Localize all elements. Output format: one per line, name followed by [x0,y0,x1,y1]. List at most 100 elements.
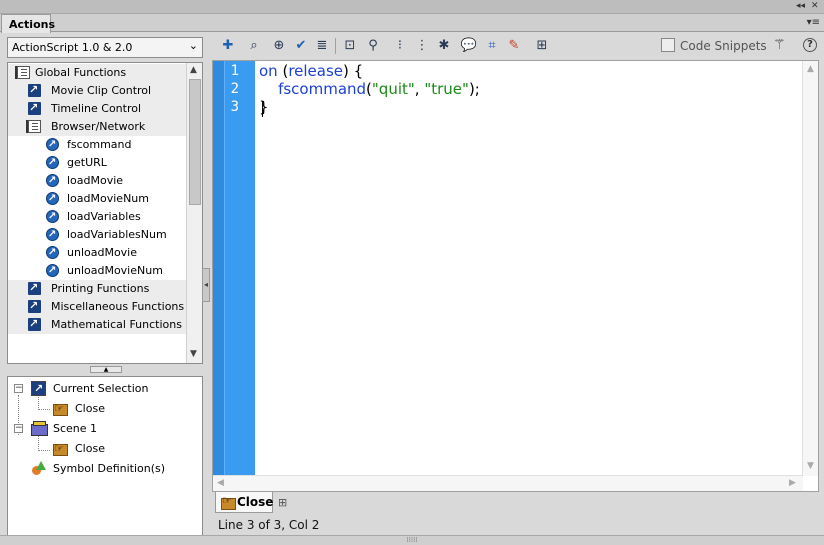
code-line[interactable]: on (release) { [259,62,363,80]
toolbox-item[interactable]: Global Functions [8,64,186,82]
scroll-up-icon[interactable]: ▲ [807,64,814,74]
action-arrow-icon [28,99,41,117]
nav-current-selection-close[interactable]: Close [8,400,198,418]
line-number: 2 [230,81,239,97]
script-tab-label: Close [237,495,274,509]
check-syntax-icon[interactable]: ✔ [292,37,310,55]
code-snippets-button[interactable]: Code Snippets [661,38,767,53]
scene-icon [31,421,48,436]
toolbox-item[interactable]: Mathematical Functions [8,315,186,334]
script-navigator[interactable]: − Current Selection Close − Scene 1 Clos… [7,376,203,545]
toolbox-item[interactable]: loadVariables [8,208,186,226]
collapse-between-braces-icon[interactable]: ⁝ [391,37,409,55]
remove-comment-icon[interactable]: ✎ [505,37,523,55]
function-icon [46,208,59,226]
toolbox-item[interactable]: loadMovie [8,172,186,190]
nav-label: Close [75,402,105,415]
toolbar-separator [335,38,336,54]
toolbox-item-label: Browser/Network [51,120,146,133]
button-symbol-icon [52,400,68,418]
resize-grip[interactable]: ⁞⁞⁞⁞⁞ [0,535,824,545]
show-hide-toolbox-icon[interactable]: ⊞ [533,37,551,55]
toolbox-item[interactable]: loadMovieNum [8,190,186,208]
collapse-icon[interactable]: ◂◂ [796,1,805,12]
nav-symbol-definitions[interactable]: Symbol Definition(s) [8,460,198,478]
cursor-position-status: Line 3 of 3, Col 2 [218,518,320,532]
toolbox-item[interactable]: loadVariablesNum [8,226,186,244]
auto-format-icon[interactable]: ≣ [313,37,331,55]
expand-all-icon[interactable]: ✱ [435,37,453,55]
version-select-value: ActionScript 1.0 & 2.0 [12,41,133,54]
panel-title-bar[interactable]: ◂◂ ✕ [0,0,824,14]
add-new-item-icon[interactable]: ✚ [219,37,237,55]
code-token: fscommand [278,80,367,98]
script-tab-close[interactable]: Close [215,492,273,513]
nav-label: Scene 1 [53,422,98,435]
code-snippets-icon [661,38,675,52]
close-icon[interactable]: ✕ [811,1,819,12]
toolbox-item[interactable]: fscommand [8,136,186,154]
toolbox-item[interactable]: Miscellaneous Functions [8,297,186,316]
script-tabs: Close ⊞ [212,492,824,514]
editor-horizontal-scrollbar[interactable]: ◀ ▶ [213,475,803,491]
toolbox-item[interactable]: Timeline Control [8,99,186,118]
nav-label: Close [75,442,105,455]
script-editor[interactable]: 1 2 3 on (release) { fscommand("quit", "tr… [212,60,819,492]
code-token: , [414,80,425,98]
actionscript-version-select[interactable]: ActionScript 1.0 & 2.0 ⌄ [7,37,203,58]
show-code-hint-icon[interactable]: ⊡ [341,37,359,55]
breakpoint-strip[interactable] [213,61,225,476]
toolbox-item[interactable]: getURL [8,154,186,172]
status-bar: Line 3 of 3, Col 2 [212,514,824,534]
toolbox-item-label: unloadMovieNum [67,264,163,277]
symbol-definition-icon [31,461,46,476]
book-icon [15,66,30,79]
code-line[interactable]: } [259,98,269,116]
line-number: 3 [230,99,239,115]
toolbox-splitter[interactable]: ▲ [90,366,122,373]
scroll-up-icon[interactable]: ▲ [190,65,197,75]
toolbox-item[interactable]: Movie Clip Control [8,81,186,100]
toolbox-item[interactable]: unloadMovieNum [8,262,186,280]
panel-menu-icon[interactable]: ▾≡ [807,17,820,28]
pin-script-icon[interactable]: ⊞ [278,496,287,509]
action-arrow-icon [28,297,41,315]
toolbox-item-label: Timeline Control [51,102,142,115]
toolbox-item-label: loadMovie [67,174,124,187]
function-icon [46,154,59,172]
toolbox-item-label: Movie Clip Control [51,84,152,97]
insert-target-path-icon[interactable]: ⊕ [270,37,288,55]
toolbox-item-label: loadMovieNum [67,192,149,205]
debug-options-icon[interactable]: ⚲ [364,37,382,55]
find-icon[interactable]: ⌕ [245,37,263,55]
pane-splitter[interactable]: ◂ [202,268,210,302]
tab-actions[interactable]: Actions [1,14,55,33]
toolbox-item[interactable]: Browser/Network [8,118,186,136]
apply-line-comment-icon[interactable]: ⌗ [483,37,501,55]
code-line[interactable]: fscommand("quit", "true"); [259,80,480,98]
code-token: "quit" [371,80,415,98]
collapse-toggle-icon[interactable]: − [14,424,23,433]
nav-current-selection[interactable]: − Current Selection [8,380,198,398]
scroll-down-icon[interactable]: ▼ [807,461,814,471]
scroll-down-icon[interactable]: ▼ [190,349,197,359]
toolbox-scrollbar[interactable]: ▲ ▼ [186,63,202,363]
scroll-right-icon[interactable]: ▶ [789,478,796,488]
scroll-left-icon[interactable]: ◀ [217,478,224,488]
toolbox-item[interactable]: Printing Functions [8,279,186,298]
apply-block-comment-icon[interactable]: 💬 [460,37,478,55]
toolbox-item[interactable]: unloadMovie [8,244,186,262]
code-token: on [259,62,283,80]
scrollbar-thumb[interactable] [189,79,201,205]
actions-toolbox[interactable]: Global Functions Movie Clip Control Timeli… [7,62,203,364]
line-number: 1 [230,63,239,79]
panel-tab-row: Actions ▾≡ [0,14,824,33]
nav-scene-1-close[interactable]: Close [8,440,198,458]
script-assist-wand-icon[interactable]: ⚚ [773,37,786,53]
collapse-toggle-icon[interactable]: − [14,384,23,393]
nav-scene-1[interactable]: − Scene 1 [8,420,198,438]
help-icon[interactable]: ? [803,38,817,52]
collapse-selection-icon[interactable]: ⋮ [413,37,431,55]
editor-vertical-scrollbar[interactable]: ▲ ▼ [802,61,818,476]
